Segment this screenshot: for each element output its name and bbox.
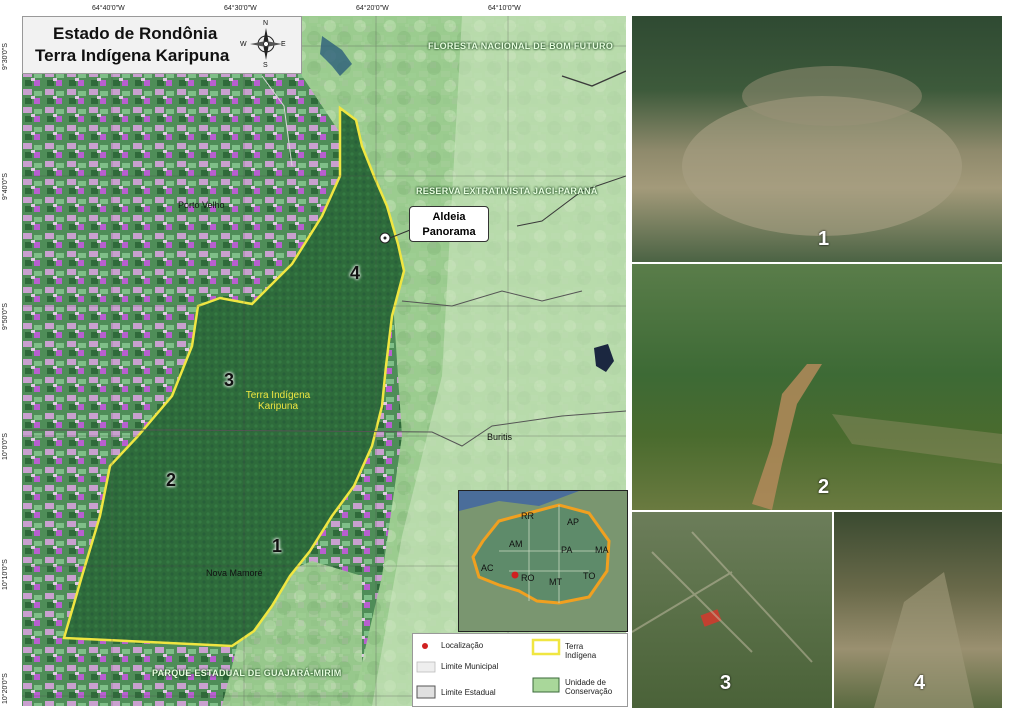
compass-w: W	[240, 41, 247, 48]
legend-limite-municipal: Limite Municipal	[441, 662, 499, 671]
compass-e: E	[281, 41, 286, 48]
label-floresta: FLORESTA NACIONAL DE BOM FUTURO	[428, 41, 614, 51]
map-number-1: 1	[272, 536, 283, 556]
label-porto-velho: Porto Velho	[178, 200, 225, 210]
map-legend: Localização Limite Municipal Limite Esta…	[412, 633, 628, 707]
photo-number-3: 3	[720, 672, 732, 694]
legend-municipal-swatch	[416, 661, 436, 673]
coord-tick: 64°30'0"W	[224, 5, 257, 12]
map-number-4: 4	[350, 263, 361, 283]
coord-tick: 10°20'0"S	[2, 673, 9, 704]
label-reserva: RESERVA EXTRATIVISTA JACI-PARANÁ	[416, 186, 598, 196]
coord-tick: 9°50'0"S	[2, 303, 9, 330]
coord-tick: 64°10'0"W	[488, 5, 521, 12]
compass-s: S	[263, 62, 268, 69]
map-subtitle: Terra Indígena Karipuna	[35, 46, 230, 65]
legend-uc-swatch	[532, 677, 560, 693]
legend-localizacao: Localização	[441, 641, 484, 650]
inset-map: RR AP AM PA MA AC RO MT TO	[458, 490, 628, 632]
photo-number-2: 2	[818, 476, 830, 498]
village-callout: Aldeia Panorama	[409, 206, 489, 242]
photo-2: 2	[632, 264, 1002, 510]
label-parque: PARQUE ESTADUAL DE GUAJARÁ-MIRIM	[152, 668, 342, 678]
photo-1: 1	[632, 16, 1002, 262]
coord-tick: 64°20'0"W	[356, 5, 389, 12]
map-title: Estado de Rondônia	[53, 24, 218, 43]
legend-terra-swatch	[531, 638, 561, 656]
legend-state-swatch	[416, 685, 436, 699]
legend-unidade-conservacao: Unidade de Conservação	[565, 678, 613, 696]
legend-location-swatch	[422, 643, 428, 649]
coord-tick: 10°10'0"S	[2, 559, 9, 590]
coord-tick: 9°30'0"S	[2, 43, 9, 70]
legend-terra-indigena: Terra Indígena	[565, 642, 597, 660]
label-terra-indigena: Terra Indígena Karipuna	[245, 390, 311, 412]
coord-tick: 64°40'0"W	[92, 5, 125, 12]
photo-number-4: 4	[914, 672, 926, 694]
coord-tick: 9°40'0"S	[2, 173, 9, 200]
map-number-3: 3	[224, 370, 235, 390]
map-number-2: 2	[166, 470, 177, 490]
label-nova-mamore: Nova Mamoré	[206, 568, 263, 578]
coord-tick: 10°0'0"S	[2, 433, 9, 460]
legend-limite-estadual: Limite Estadual	[441, 688, 496, 697]
inset-location-dot	[511, 571, 519, 579]
photo-4: 4	[834, 512, 1002, 708]
compass-n: N	[263, 20, 269, 27]
photo-number-1: 1	[818, 228, 830, 250]
map-figure: 64°40'0"W 64°40'0"W 64°30'0"W 64°20'0"W …	[0, 0, 1024, 724]
label-buritis: Buritis	[487, 432, 513, 442]
photo-3: 3	[632, 512, 832, 708]
